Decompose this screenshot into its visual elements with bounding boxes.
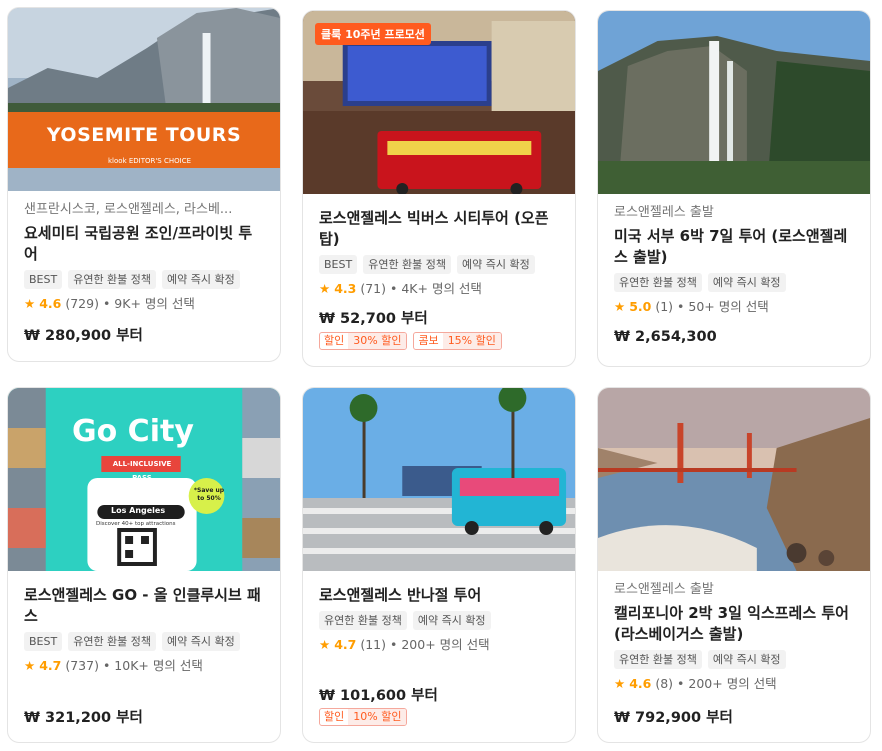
card-title[interactable]: 요세미티 국립공원 조인/프라이빗 투어	[24, 223, 264, 265]
star-icon: ★	[24, 296, 36, 311]
card-location: 로스앤젤레스 출발	[614, 582, 714, 597]
card-tags: BEST 유연한 환불 정책 예약 즉시 확정	[24, 270, 264, 289]
booked-count: • 200+ 명의 선택	[390, 637, 490, 652]
tag-instant: 예약 즉시 확정	[707, 650, 786, 669]
card-tags: 유연한 환불 정책 예약 즉시 확정	[614, 650, 854, 669]
star-icon: ★	[614, 676, 626, 691]
tour-image-golden-gate	[598, 388, 870, 571]
card-title[interactable]: 로스앤젤레스 반나절 투어	[319, 585, 559, 606]
card-price: ₩ 2,654,300	[614, 329, 717, 345]
tag-refund: 유연한 환불 정책	[614, 273, 702, 292]
tag-instant: 예약 즉시 확정	[412, 611, 491, 630]
booked-count: • 4K+ 명의 선택	[390, 281, 482, 296]
card-tags: BEST 유연한 환불 정책 예약 즉시 확정	[24, 632, 264, 651]
card-title[interactable]: 캘리포니아 2박 3일 익스프레스 투어 (라스베이거스 출발)	[614, 603, 854, 645]
rating-score: 5.0	[629, 299, 652, 314]
rating-score: 4.6	[39, 296, 62, 311]
image-badge: ALL-INCLUSIVE PASS	[112, 460, 172, 482]
image-save: *Save up to 50%	[193, 487, 225, 502]
tour-card-half-day[interactable]: 로스앤젤레스 반나절 투어 유연한 환불 정책 예약 즉시 확정 ★ 4.7 (…	[302, 387, 576, 743]
rating-score: 4.6	[629, 676, 652, 691]
card-rating: ★ 5.0 (1) • 50+ 명의 선택	[614, 298, 854, 316]
tour-card-yosemite[interactable]: YOSEMITE TOURS klook EDITOR'S CHOICE 샌프란…	[7, 7, 281, 362]
card-location: 샌프란시스코, 로스앤젤레스, 라스베...	[24, 202, 233, 217]
tour-image-waterfall	[598, 11, 870, 194]
star-icon: ★	[24, 658, 36, 673]
booked-count: • 50+ 명의 선택	[677, 299, 769, 314]
card-rating: ★ 4.7 (11) • 200+ 명의 선택	[319, 636, 559, 654]
review-count: (11)	[360, 637, 387, 652]
image-subtext: klook EDITOR'S CHOICE	[108, 157, 191, 165]
card-tags: 유연한 환불 정책 예약 즉시 확정	[319, 611, 559, 630]
tag-refund: 유연한 환불 정책	[319, 611, 407, 630]
booked-count: • 200+ 명의 선택	[677, 676, 777, 691]
promo-discount: 할인 10% 할인	[319, 708, 408, 726]
tag-refund: 유연한 환불 정책	[614, 650, 702, 669]
star-icon: ★	[319, 281, 331, 296]
review-count: (729)	[65, 296, 99, 311]
tag-instant: 예약 즉시 확정	[162, 270, 240, 289]
tour-image-santa-monica	[303, 388, 575, 571]
image-note: Discover 40+ top attractions	[96, 521, 176, 527]
tag-instant: 예약 즉시 확정	[162, 632, 240, 651]
booked-count: • 9K+ 명의 선택	[102, 296, 195, 311]
card-rating: ★ 4.6 (8) • 200+ 명의 선택	[614, 675, 854, 693]
tag-refund: 유연한 환불 정책	[68, 632, 157, 651]
card-title[interactable]: 미국 서부 6박 7일 투어 (로스앤젤레스 출발)	[614, 226, 854, 268]
tour-card-west-usa[interactable]: 로스앤젤레스 출발 미국 서부 6박 7일 투어 (로스앤젤레스 출발) 유연한…	[597, 10, 871, 367]
tour-image-yosemite: YOSEMITE TOURS klook EDITOR'S CHOICE	[8, 8, 280, 191]
tour-image-go-city: Go City ALL-INCLUSIVE PASS Los Angeles *…	[8, 388, 280, 571]
tag-best: BEST	[319, 255, 358, 274]
tour-card-bigbus[interactable]: 클룩 10주년 프로모션 로스앤젤레스 빅버스 시티투어 (오픈탑) BEST …	[302, 10, 576, 367]
card-price: ₩ 52,700 부터	[319, 311, 428, 327]
card-price: ₩ 321,200 부터	[24, 710, 143, 726]
card-location: 로스앤젤레스 출발	[614, 205, 714, 220]
promo-combo: 콤보 15% 할인	[413, 332, 502, 350]
tag-refund: 유연한 환불 정책	[68, 270, 157, 289]
promo-tags: 할인 30% 할인 콤보 15% 할인	[319, 332, 502, 350]
tag-refund: 유연한 환불 정책	[363, 255, 452, 274]
card-price: ₩ 792,900 부터	[614, 710, 733, 726]
tour-card-california[interactable]: 로스앤젤레스 출발 캘리포니아 2박 3일 익스프레스 투어 (라스베이거스 출…	[597, 387, 871, 743]
card-price: ₩ 280,900 부터	[24, 328, 143, 344]
card-price: ₩ 101,600 부터	[319, 688, 438, 704]
promo-discount: 할인 30% 할인	[319, 332, 408, 350]
promo-tags: 할인 10% 할인	[319, 708, 408, 726]
image-city: Los Angeles	[111, 506, 166, 515]
tag-instant: 예약 즉시 확정	[707, 273, 786, 292]
rating-score: 4.7	[334, 637, 357, 652]
tag-best: BEST	[24, 632, 63, 651]
promo-ribbon: 클룩 10주년 프로모션	[315, 23, 431, 45]
star-icon: ★	[614, 299, 626, 314]
tour-card-go-city[interactable]: Go City ALL-INCLUSIVE PASS Los Angeles *…	[7, 387, 281, 743]
review-count: (737)	[65, 658, 99, 673]
review-count: (8)	[655, 676, 674, 691]
card-rating: ★ 4.6 (729) • 9K+ 명의 선택	[24, 295, 264, 313]
rating-score: 4.7	[39, 658, 62, 673]
review-count: (71)	[360, 281, 387, 296]
card-rating: ★ 4.3 (71) • 4K+ 명의 선택	[319, 280, 559, 298]
tag-instant: 예약 즉시 확정	[457, 255, 535, 274]
card-title[interactable]: 로스앤젤레스 빅버스 시티투어 (오픈탑)	[319, 208, 559, 250]
star-icon: ★	[319, 637, 331, 652]
tour-image-bigbus: 클룩 10주년 프로모션	[303, 11, 575, 194]
card-title[interactable]: 로스앤젤레스 GO - 올 인클루시브 패스	[24, 585, 264, 627]
tag-best: BEST	[24, 270, 63, 289]
image-logo-text: Go City	[72, 414, 194, 449]
review-count: (1)	[655, 299, 674, 314]
card-rating: ★ 4.7 (737) • 10K+ 명의 선택	[24, 657, 264, 675]
booked-count: • 10K+ 명의 선택	[102, 658, 203, 673]
card-tags: BEST 유연한 환불 정책 예약 즉시 확정	[319, 255, 559, 274]
rating-score: 4.3	[334, 281, 357, 296]
card-tags: 유연한 환불 정책 예약 즉시 확정	[614, 273, 854, 292]
